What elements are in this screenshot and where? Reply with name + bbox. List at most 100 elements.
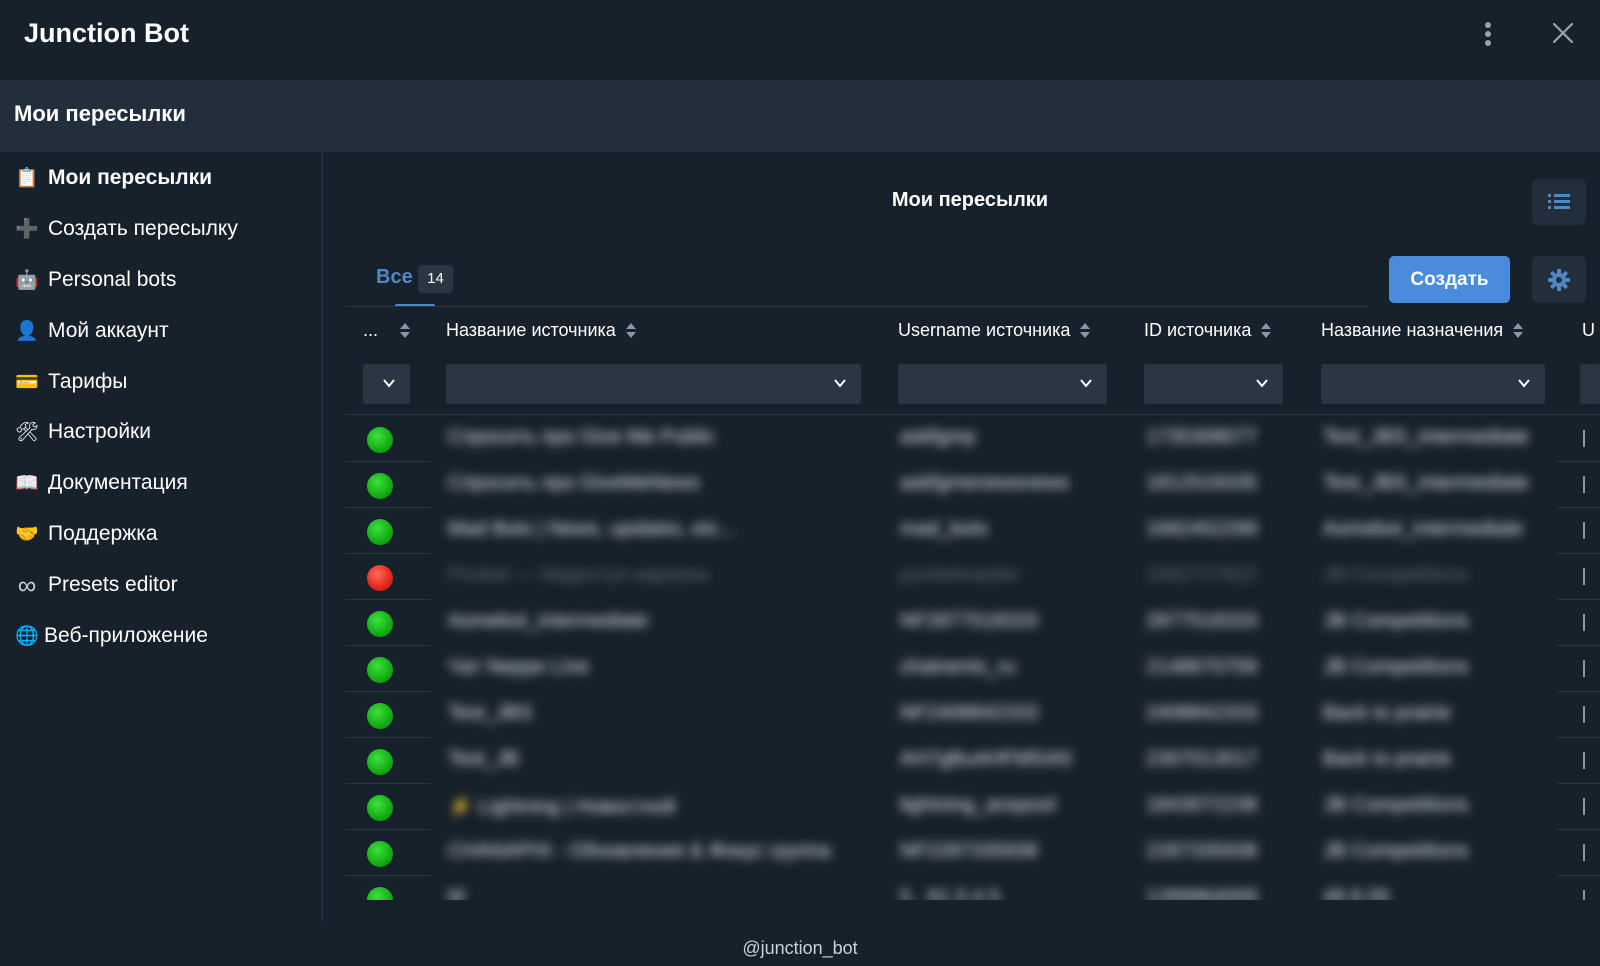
source-id-cell: 1735308077 (1146, 426, 1258, 448)
filter-destination-name-select[interactable] (1321, 364, 1545, 404)
column-header-truncated[interactable]: U (1582, 320, 1600, 341)
filter-source-id-select[interactable] (1144, 364, 1283, 404)
filter-source-username-select[interactable] (898, 364, 1107, 404)
table-row[interactable]: Спросить про Give Me Public askfgmp 1735… (345, 416, 1600, 462)
content-title: Мои пересылки (891, 189, 1049, 211)
destination-name-cell: JB Competitions (1323, 610, 1469, 632)
source-id-cell: 1812518335 (1146, 472, 1258, 494)
table-row[interactable]: ⚡ Lightning | Новостной lightning_anspoo… (345, 784, 1600, 830)
table-row[interactable]: M 5 . 61 0 4 5 1289964009 48 8 05 (345, 876, 1600, 900)
source-id-cell: 2877518333 (1146, 610, 1258, 632)
tab-all[interactable]: Все (376, 266, 413, 289)
status-indicator (367, 427, 393, 453)
sidebar-item-label: Настройки (48, 420, 151, 443)
clipboard-icon: 📋 (15, 168, 39, 189)
app-title: Junction Bot (24, 18, 189, 48)
robot-icon: 🤖 (15, 270, 39, 291)
source-username-cell: chatnents_ru (900, 656, 1016, 678)
destination-name-cell: JB Competitions (1323, 794, 1469, 816)
table-row[interactable]: Mad Bots | News, updates, etc... mad_bot… (345, 508, 1600, 554)
chevron-down-icon (383, 379, 395, 388)
sidebar-item-my-account[interactable]: 👤 Мой аккаунт (14, 313, 169, 349)
filter-truncated-select[interactable] (1580, 364, 1600, 404)
sidebar-item-create-forward[interactable]: ➕ Создать пересылку (14, 211, 238, 247)
sidebar-item-web-app[interactable]: 🌐 Веб-приложение (14, 618, 208, 654)
list-view-button[interactable] (1532, 179, 1586, 225)
sidebar: 📋 Мои пересылки ➕ Создать пересылку 🤖 Pe… (0, 152, 323, 922)
sidebar-item-label: Создать пересылку (48, 217, 238, 240)
source-username-cell: lightning_anspool (900, 794, 1056, 816)
sort-icon[interactable] (400, 322, 411, 339)
filter-source-name-select[interactable] (446, 364, 861, 404)
sort-icon[interactable] (1080, 322, 1091, 339)
table-header-divider (345, 414, 1600, 415)
sidebar-item-label: Тарифы (48, 370, 128, 393)
sort-icon[interactable] (1513, 322, 1524, 339)
status-indicator (367, 749, 393, 775)
source-username-cell: NF2408842333 (900, 702, 1038, 724)
sidebar-item-label: Presets editor (48, 573, 178, 596)
table-row[interactable]: Test_JB AH7gBuAHFM5IA5 2307013017 Back t… (345, 738, 1600, 784)
sidebar-item-label: Веб-приложение (44, 624, 208, 647)
create-button[interactable]: Создать (1389, 256, 1510, 303)
source-id-cell: 1289964009 (1146, 886, 1258, 900)
page-header: Мои пересылки (0, 80, 1600, 152)
sidebar-item-personal-bots[interactable]: 🤖 Personal bots (14, 262, 176, 298)
status-indicator (367, 841, 393, 867)
destination-name-cell: Back to prairie (1323, 748, 1451, 770)
table-row[interactable]: Чат Neppe LIve chatnents_ru 2148670709 J… (345, 646, 1600, 692)
status-indicator (367, 519, 393, 545)
more-menu-icon[interactable] (1476, 20, 1500, 50)
user-icon: 👤 (15, 321, 39, 342)
destination-name-cell: JB Competitions (1323, 840, 1469, 862)
plus-icon: ➕ (15, 219, 39, 240)
sidebar-item-support[interactable]: 🤝 Поддержка (14, 516, 158, 552)
table-row[interactable]: Test_JBS NF2408842333 2408842333 Back to… (345, 692, 1600, 738)
sidebar-item-tariffs[interactable]: 💳 Тарифы (14, 364, 127, 400)
truncated-cell (1583, 430, 1585, 447)
truncated-cell (1583, 752, 1585, 769)
chevron-down-icon (834, 379, 846, 388)
sidebar-item-label: Мой аккаунт (48, 319, 169, 342)
gear-icon (1548, 268, 1570, 291)
bot-handle: @junction_bot (742, 938, 858, 958)
source-id-cell: 1582727922 (1146, 564, 1258, 586)
column-header-status[interactable]: ... (363, 320, 411, 341)
column-header-source-username[interactable]: Username источника (898, 320, 1091, 341)
source-name-cell: Pocket — Недоступ караока (448, 564, 708, 586)
close-icon[interactable] (1550, 20, 1576, 46)
source-id-cell: 1682452299 (1146, 518, 1258, 540)
column-header-source-name[interactable]: Название источника (446, 320, 636, 341)
column-header-source-id[interactable]: ID источника (1144, 320, 1272, 341)
table-row[interactable]: CHANAPHI - Обновления & Фокус группа NF2… (345, 830, 1600, 876)
truncated-cell (1583, 476, 1585, 493)
source-name-cell: Test_JB (448, 748, 520, 770)
source-id-cell: 1843072238 (1146, 794, 1258, 816)
source-name-cell: CHANAPHI - Обновления & Фокус группа (448, 840, 831, 862)
source-username-cell: askfgmenewsnews (900, 472, 1069, 494)
source-name-cell: Спросить про GiveMeNews (448, 472, 700, 494)
sidebar-item-presets-editor[interactable]: ∞ Presets editor (14, 567, 178, 603)
sidebar-item-label: Поддержка (48, 522, 158, 545)
sidebar-item-documentation[interactable]: 📖 Документация (14, 465, 188, 501)
source-name-cell: Test_JBS (448, 702, 533, 724)
table-row[interactable]: Pocket — Недоступ караока pocketmaster 1… (345, 554, 1600, 600)
status-indicator (367, 795, 393, 821)
destination-name-cell: Asmebot_intermediate (1323, 518, 1524, 540)
table-row[interactable]: Спросить про GiveMeNews askfgmenewsnews … (345, 462, 1600, 508)
sidebar-item-my-forwards[interactable]: 📋 Мои пересылки (14, 160, 212, 196)
settings-button[interactable] (1532, 256, 1586, 303)
table-row[interactable]: Asmebot_intermediate NF2877518333 287751… (345, 600, 1600, 646)
sort-icon[interactable] (625, 322, 636, 339)
globe-icon: 🌐 (15, 626, 39, 647)
column-header-destination-name[interactable]: Название назначения (1321, 320, 1524, 341)
filter-status-select[interactable] (363, 364, 410, 404)
truncated-cell (1583, 660, 1585, 677)
destination-name-cell: Test_JBS_intermediate (1323, 472, 1529, 494)
sidebar-item-settings[interactable]: 🛠 Настройки (14, 414, 151, 450)
sidebar-item-label: Документация (48, 471, 188, 494)
destination-name-cell: 48 8 05 (1323, 886, 1390, 900)
sort-icon[interactable] (1261, 322, 1272, 339)
source-name-cell: Спросить про Give Me Public (448, 426, 715, 448)
handshake-icon: 🤝 (15, 524, 39, 545)
